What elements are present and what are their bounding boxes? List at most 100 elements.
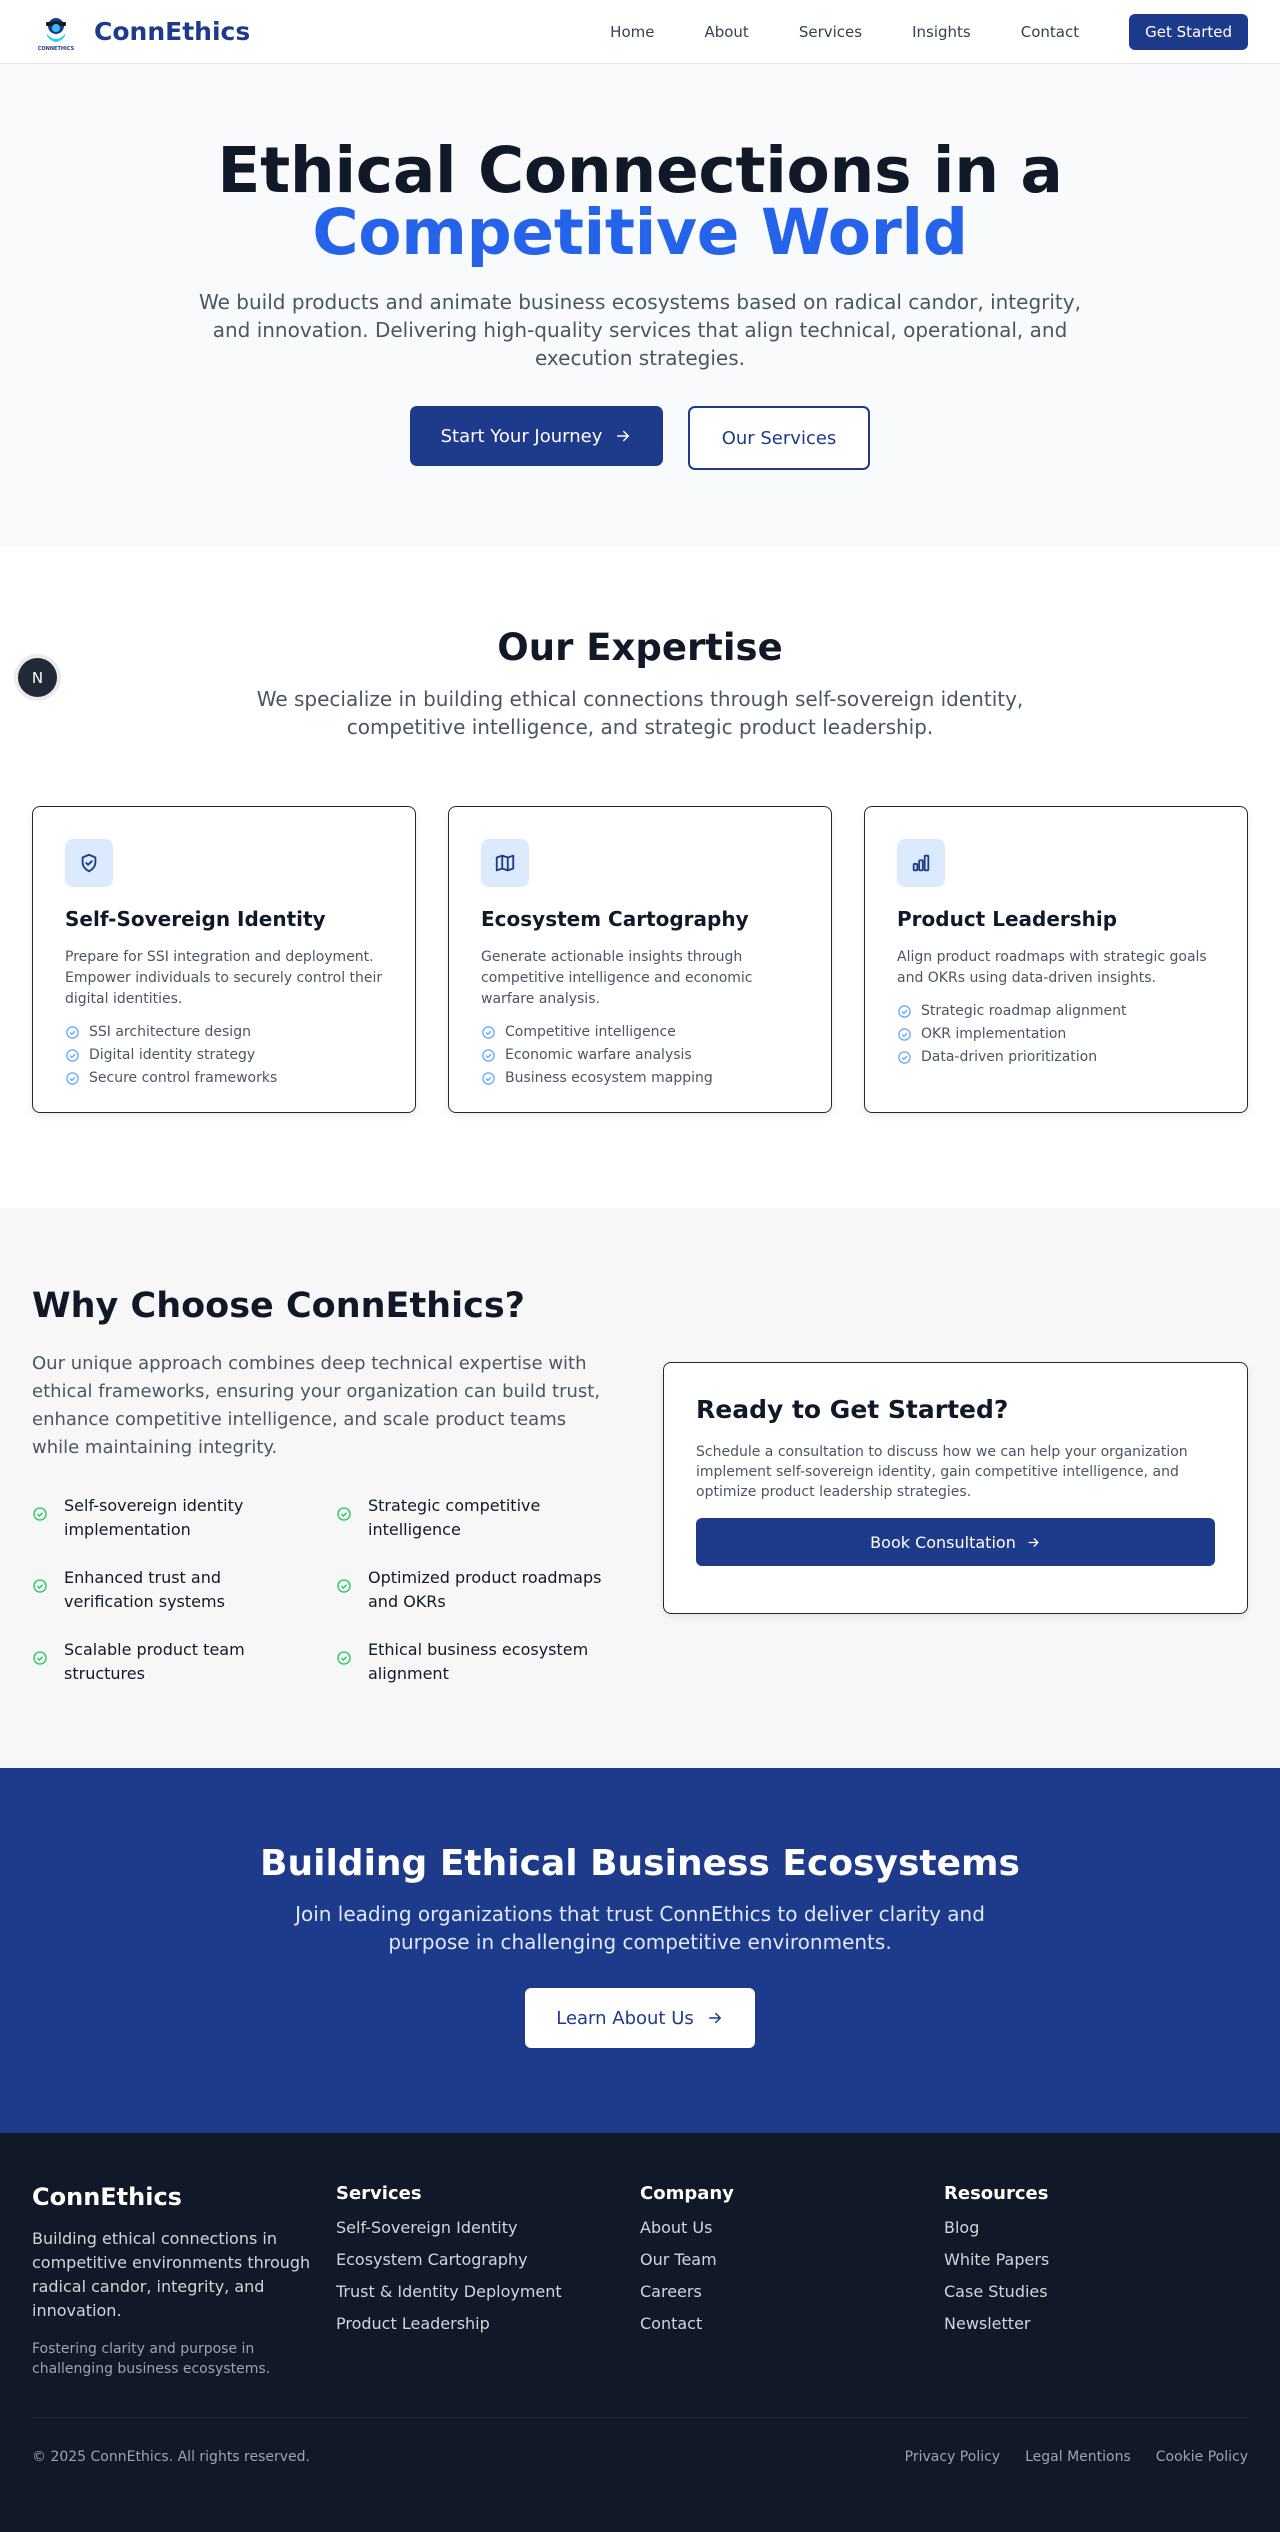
card-feature-text: Business ecosystem mapping [505, 1070, 713, 1086]
card-feature-text: SSI architecture design [89, 1024, 251, 1040]
card-description: Prepare for SSI integration and deployme… [65, 949, 383, 1007]
check-circle-icon [898, 1027, 911, 1041]
why-left-column: Why Choose ConnEthics? Our unique approa… [32, 1286, 612, 1768]
footer-link[interactable]: Trust & Identity Deployment [336, 2280, 640, 2304]
footer-brand: ConnEthics [32, 2183, 182, 2211]
footer-link[interactable]: Product Leadership [336, 2312, 640, 2336]
footer-link-list: Self-Sovereign Identity Ecosystem Cartog… [336, 2216, 640, 2336]
svg-text:CONNETHICS: CONNETHICS [38, 46, 75, 52]
benefit-text: Ethical business ecosystem alignment [368, 1640, 589, 1683]
check-circle-icon [898, 1050, 911, 1064]
footer-link-list: About Us Our Team Careers Contact [640, 2216, 944, 2336]
map-icon [495, 854, 515, 872]
benefit-item: Strategic competitive intelligence [336, 1494, 608, 1542]
nav-link-services[interactable]: Services [799, 23, 862, 41]
footer-link[interactable]: White Papers [944, 2248, 1248, 2272]
learn-about-us-label: Learn About Us [556, 2007, 694, 2029]
check-circle-icon [33, 1507, 47, 1521]
footer-heading: Services [336, 2183, 422, 2204]
hero-section: Ethical Connections in a Competitive Wor… [0, 64, 1280, 547]
card-feature-text: Competitive intelligence [505, 1024, 676, 1040]
expertise-section: N Our Expertise We specialize in buildin… [0, 547, 1280, 1208]
benefit-text: Strategic competitive intelligence [368, 1496, 541, 1539]
legal-mentions-link[interactable]: Legal Mentions [1025, 2449, 1131, 2465]
arrow-right-icon [1028, 1537, 1039, 1547]
check-circle-icon [66, 1071, 79, 1085]
nav-link-insights[interactable]: Insights [912, 23, 971, 41]
card-icon-box [65, 839, 113, 887]
footer-link[interactable]: Contact [640, 2312, 944, 2336]
card-icon-box [897, 839, 945, 887]
card-feature-text: Digital identity strategy [89, 1047, 256, 1063]
card-feature-text: Economic warfare analysis [505, 1047, 692, 1063]
cta-subtitle: Join leading organizations that trust Co… [295, 1902, 985, 1954]
footer-tagline: Fostering clarity and purpose in challen… [32, 2341, 271, 2377]
nav-link-home[interactable]: Home [610, 23, 654, 41]
benefit-item: Scalable product team structures [32, 1638, 304, 1686]
start-journey-label: Start Your Journey [440, 425, 603, 447]
footer-services-column: Services Self-Sovereign Identity Ecosyst… [336, 2183, 640, 2379]
check-circle-icon [337, 1579, 351, 1593]
nav-link-about[interactable]: About [704, 23, 748, 41]
check-circle-icon [482, 1048, 495, 1062]
expertise-card-ssi: Self-Sovereign Identity Prepare for SSI … [32, 806, 416, 1113]
ready-card: Ready to Get Started? Schedule a consult… [663, 1362, 1248, 1614]
benefit-item: Enhanced trust and verification systems [32, 1566, 304, 1614]
our-services-button[interactable]: Our Services [688, 406, 870, 470]
footer-link[interactable]: About Us [640, 2216, 944, 2240]
nav-link-contact[interactable]: Contact [1021, 23, 1079, 41]
footer-brand-description: Building ethical connections in competit… [32, 2229, 311, 2320]
footer-link[interactable]: Case Studies [944, 2280, 1248, 2304]
card-feature: Secure control frameworks [65, 1070, 383, 1086]
legal-links: Privacy Policy Legal Mentions Cookie Pol… [905, 2449, 1248, 2465]
footer-heading: Company [640, 2183, 734, 2204]
card-icon-box [481, 839, 529, 887]
expertise-card-cartography: Ecosystem Cartography Generate actionabl… [448, 806, 832, 1113]
card-feature: Competitive intelligence [481, 1024, 799, 1040]
check-circle-icon [33, 1579, 47, 1593]
floating-n-badge[interactable]: N [18, 658, 57, 697]
hero-title-accent: Competitive World [312, 196, 968, 269]
check-circle-icon [482, 1025, 495, 1039]
start-journey-button[interactable]: Start Your Journey [410, 406, 663, 466]
cookie-policy-link[interactable]: Cookie Policy [1156, 2449, 1248, 2465]
top-navbar: CONNETHICS ConnEthics Home About Service… [0, 0, 1280, 64]
learn-about-us-button[interactable]: Learn About Us [525, 1988, 755, 2048]
card-feature-text: Strategic roadmap alignment [921, 1003, 1127, 1019]
brand-name: ConnEthics [94, 17, 251, 46]
footer-link[interactable]: Self-Sovereign Identity [336, 2216, 640, 2240]
card-feature-text: OKR implementation [921, 1026, 1067, 1042]
benefit-text: Self-sovereign identity implementation [64, 1496, 244, 1539]
cta-band: Building Ethical Business Ecosystems Joi… [0, 1768, 1280, 2133]
get-started-button[interactable]: Get Started [1129, 13, 1248, 50]
privacy-policy-link[interactable]: Privacy Policy [905, 2449, 1000, 2465]
footer-link[interactable]: Newsletter [944, 2312, 1248, 2336]
check-circle-icon [337, 1651, 351, 1665]
book-consultation-button[interactable]: Book Consultation [696, 1518, 1215, 1566]
card-feature: Economic warfare analysis [481, 1047, 799, 1063]
footer-columns: ConnEthics Building ethical connections … [32, 2183, 1248, 2379]
brand[interactable]: CONNETHICS ConnEthics [32, 8, 250, 56]
card-feature-list: Competitive intelligence Economic warfar… [481, 1024, 799, 1086]
card-feature-text: Secure control frameworks [89, 1070, 278, 1086]
benefit-text: Enhanced trust and verification systems [64, 1568, 225, 1611]
footer-link[interactable]: Careers [640, 2280, 944, 2304]
check-circle-icon [33, 1651, 47, 1665]
card-title: Ecosystem Cartography [481, 907, 749, 931]
card-feature: Strategic roadmap alignment [897, 1003, 1215, 1019]
footer-link[interactable]: Blog [944, 2216, 1248, 2240]
shield-check-icon [81, 853, 97, 873]
expertise-cards: Self-Sovereign Identity Prepare for SSI … [0, 806, 1280, 1113]
hero-subtitle: We build products and animate business e… [199, 290, 1081, 370]
benefit-item: Self-sovereign identity implementation [32, 1494, 304, 1542]
expertise-card-product: Product Leadership Align product roadmap… [864, 806, 1248, 1113]
benefit-text: Scalable product team structures [64, 1640, 245, 1683]
card-title: Product Leadership [897, 907, 1118, 931]
check-circle-icon [482, 1071, 495, 1085]
check-circle-icon [66, 1048, 79, 1062]
hero-buttons: Start Your Journey Our Services [0, 406, 1280, 470]
footer-link[interactable]: Our Team [640, 2248, 944, 2272]
footer-link[interactable]: Ecosystem Cartography [336, 2248, 640, 2272]
check-circle-icon [66, 1025, 79, 1039]
card-feature: SSI architecture design [65, 1024, 383, 1040]
